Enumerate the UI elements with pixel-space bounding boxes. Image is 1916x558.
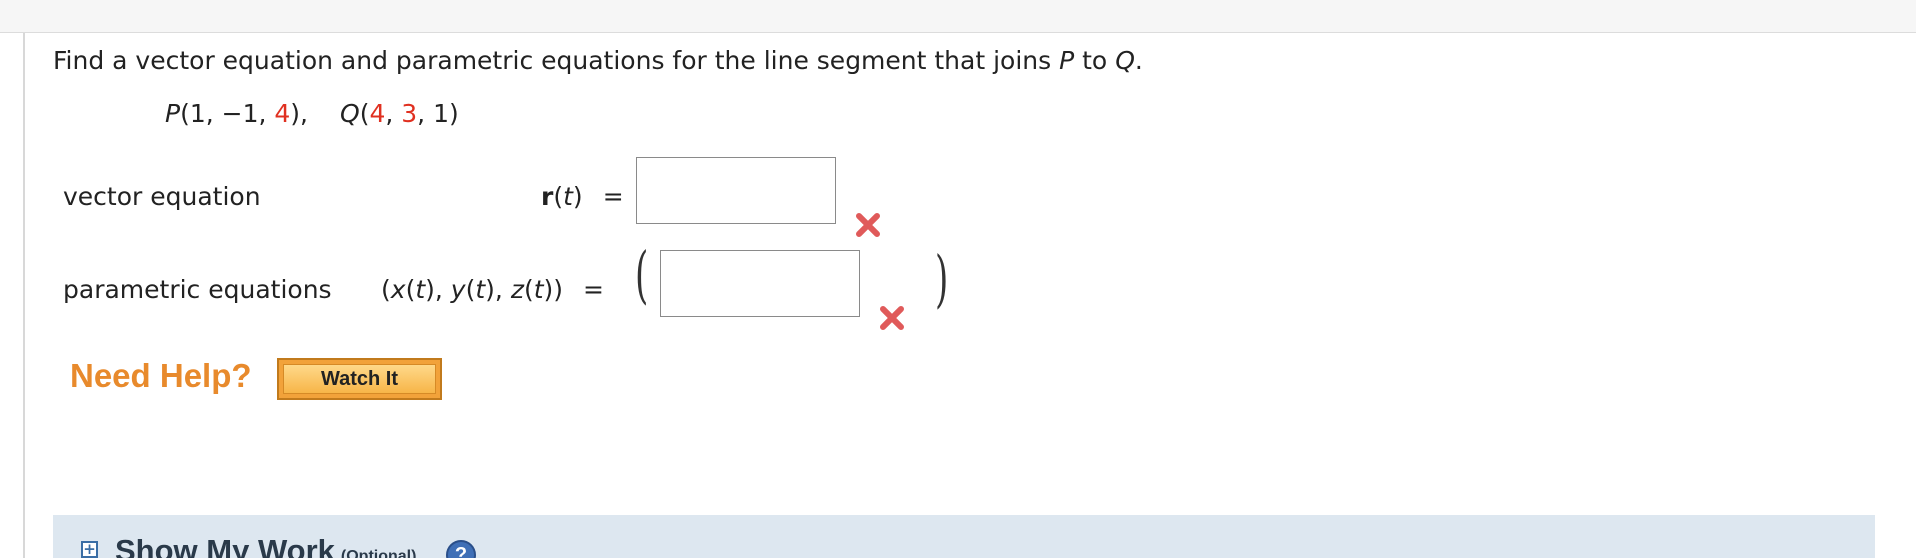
optional-label: (Optional) <box>340 548 417 558</box>
parametric-equations-label: parametric equations <box>63 275 332 304</box>
open-paren: ( <box>635 238 649 311</box>
watch-it-button-label: Watch It <box>283 364 436 394</box>
expand-icon[interactable]: + <box>81 541 98 558</box>
incorrect-x-icon <box>880 306 904 330</box>
show-my-work-title[interactable]: Show My Work (Optional) <box>115 533 416 558</box>
need-help-label: Need Help? <box>70 357 252 394</box>
vector-equation-input[interactable] <box>636 157 836 224</box>
watch-it-button[interactable]: Watch It <box>277 358 442 400</box>
vector-equation-label: vector equation <box>63 182 261 211</box>
parametric-equations-input[interactable] <box>660 250 860 317</box>
given-points: P(1, −1, 4), Q(4, 3, 1) <box>165 99 459 128</box>
parametric-equations-lhs: (x(t), y(t), z(t)) = <box>381 275 604 304</box>
incorrect-x-icon <box>856 213 880 237</box>
show-my-work-panel: + Show My Work (Optional) ? <box>53 515 1875 558</box>
vector-equation-lhs: r(t) = <box>541 182 624 211</box>
question-text: Find a vector equation and parametric eq… <box>53 46 1143 75</box>
close-paren: ) <box>935 242 949 315</box>
top-bar <box>0 0 1916 33</box>
help-question-icon[interactable]: ? <box>446 540 476 558</box>
